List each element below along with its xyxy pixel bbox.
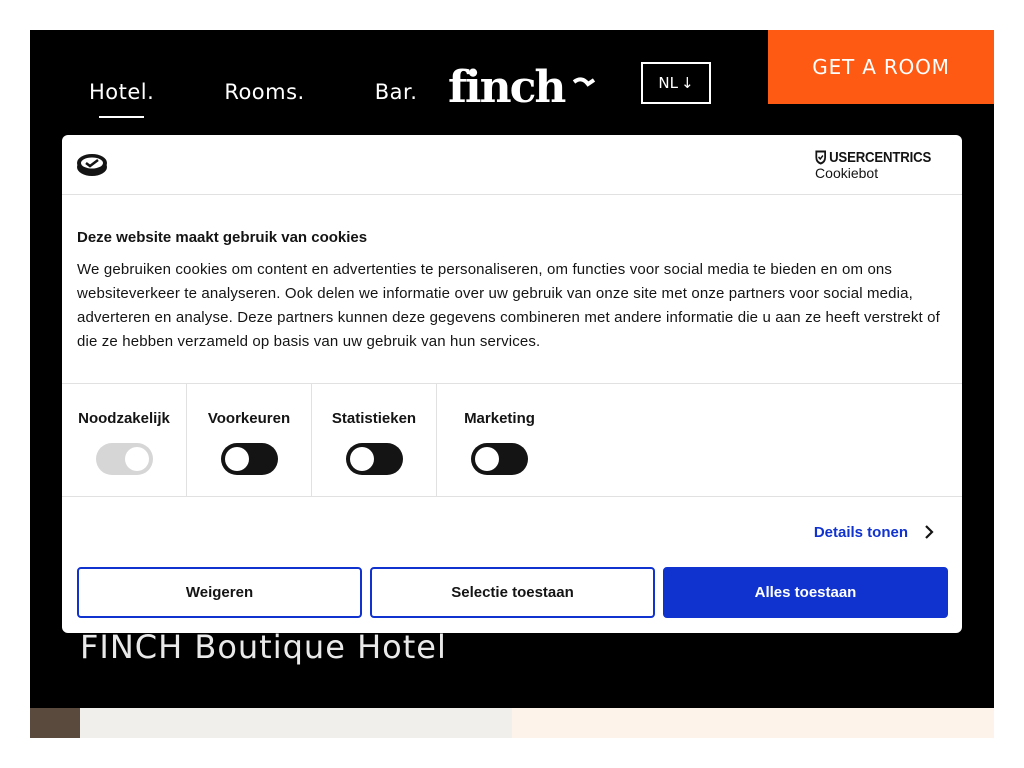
- nav-hotel[interactable]: Hotel.: [89, 80, 154, 118]
- toggle-knob: [124, 447, 149, 471]
- usercentrics-brand[interactable]: USERCENTRICS Cookiebot: [815, 149, 947, 181]
- usercentrics-name: USERCENTRICS: [829, 149, 932, 166]
- cookiebot-logo-icon: [77, 154, 107, 176]
- allow-selection-button[interactable]: Selectie toestaan: [370, 567, 655, 618]
- hero-title: FINCH Boutique Hotel: [80, 628, 447, 666]
- decline-button[interactable]: Weigeren: [77, 567, 362, 618]
- details-row: Details tonen: [62, 497, 962, 557]
- category-marketing: Marketing: [437, 384, 562, 496]
- necessary-toggle: [95, 443, 153, 475]
- hero-image-strip: [80, 708, 512, 738]
- dialog-header: USERCENTRICS Cookiebot: [62, 135, 962, 195]
- allow-all-button[interactable]: Alles toestaan: [663, 567, 948, 618]
- category-label: Statistieken: [331, 410, 417, 427]
- category-statistics: Statistieken: [312, 384, 437, 496]
- toggle-knob: [349, 447, 374, 471]
- category-label: Marketing: [464, 410, 535, 427]
- dialog-actions: Weigeren Selectie toestaan Alles toestaa…: [77, 567, 948, 618]
- shield-icon: [815, 150, 827, 165]
- nav-rooms[interactable]: Rooms.: [224, 80, 304, 104]
- toggle-knob: [224, 447, 249, 471]
- main-nav: Hotel. Rooms. Bar.: [89, 80, 418, 118]
- dialog-body: Deze website maakt gebruik van cookies W…: [62, 195, 962, 384]
- preferences-toggle[interactable]: [220, 443, 278, 475]
- language-selector[interactable]: NL ↓: [641, 62, 711, 104]
- show-details-link[interactable]: Details tonen: [814, 524, 908, 541]
- chevron-right-icon[interactable]: [924, 523, 934, 541]
- category-label: Noodzakelijk: [78, 410, 170, 427]
- toggle-knob: [475, 447, 499, 471]
- consent-categories: Noodzakelijk Voorkeuren Statistieken Mar…: [62, 384, 962, 497]
- dialog-description: We gebruiken cookies om content en adver…: [77, 261, 940, 350]
- category-preferences: Voorkeuren: [187, 384, 312, 496]
- marketing-toggle[interactable]: [471, 443, 528, 475]
- hero-image-strip: [512, 708, 994, 738]
- statistics-toggle[interactable]: [345, 443, 403, 475]
- finch-logo[interactable]: finch: [448, 60, 596, 112]
- get-a-room-button[interactable]: GET A ROOM: [768, 30, 994, 104]
- category-label: Voorkeuren: [207, 410, 291, 427]
- finch-logo-text: finch: [448, 62, 565, 112]
- dialog-title: Deze website maakt gebruik van cookies: [77, 229, 368, 246]
- category-necessary: Noodzakelijk: [62, 384, 187, 496]
- language-label: NL: [658, 74, 678, 92]
- arrow-down-icon: ↓: [681, 74, 694, 92]
- hero-image-strip: [30, 708, 80, 738]
- nav-bar[interactable]: Bar.: [375, 80, 418, 104]
- cookiebot-name: Cookiebot: [815, 165, 879, 181]
- cookie-consent-dialog: USERCENTRICS Cookiebot Deze website maak…: [62, 135, 962, 633]
